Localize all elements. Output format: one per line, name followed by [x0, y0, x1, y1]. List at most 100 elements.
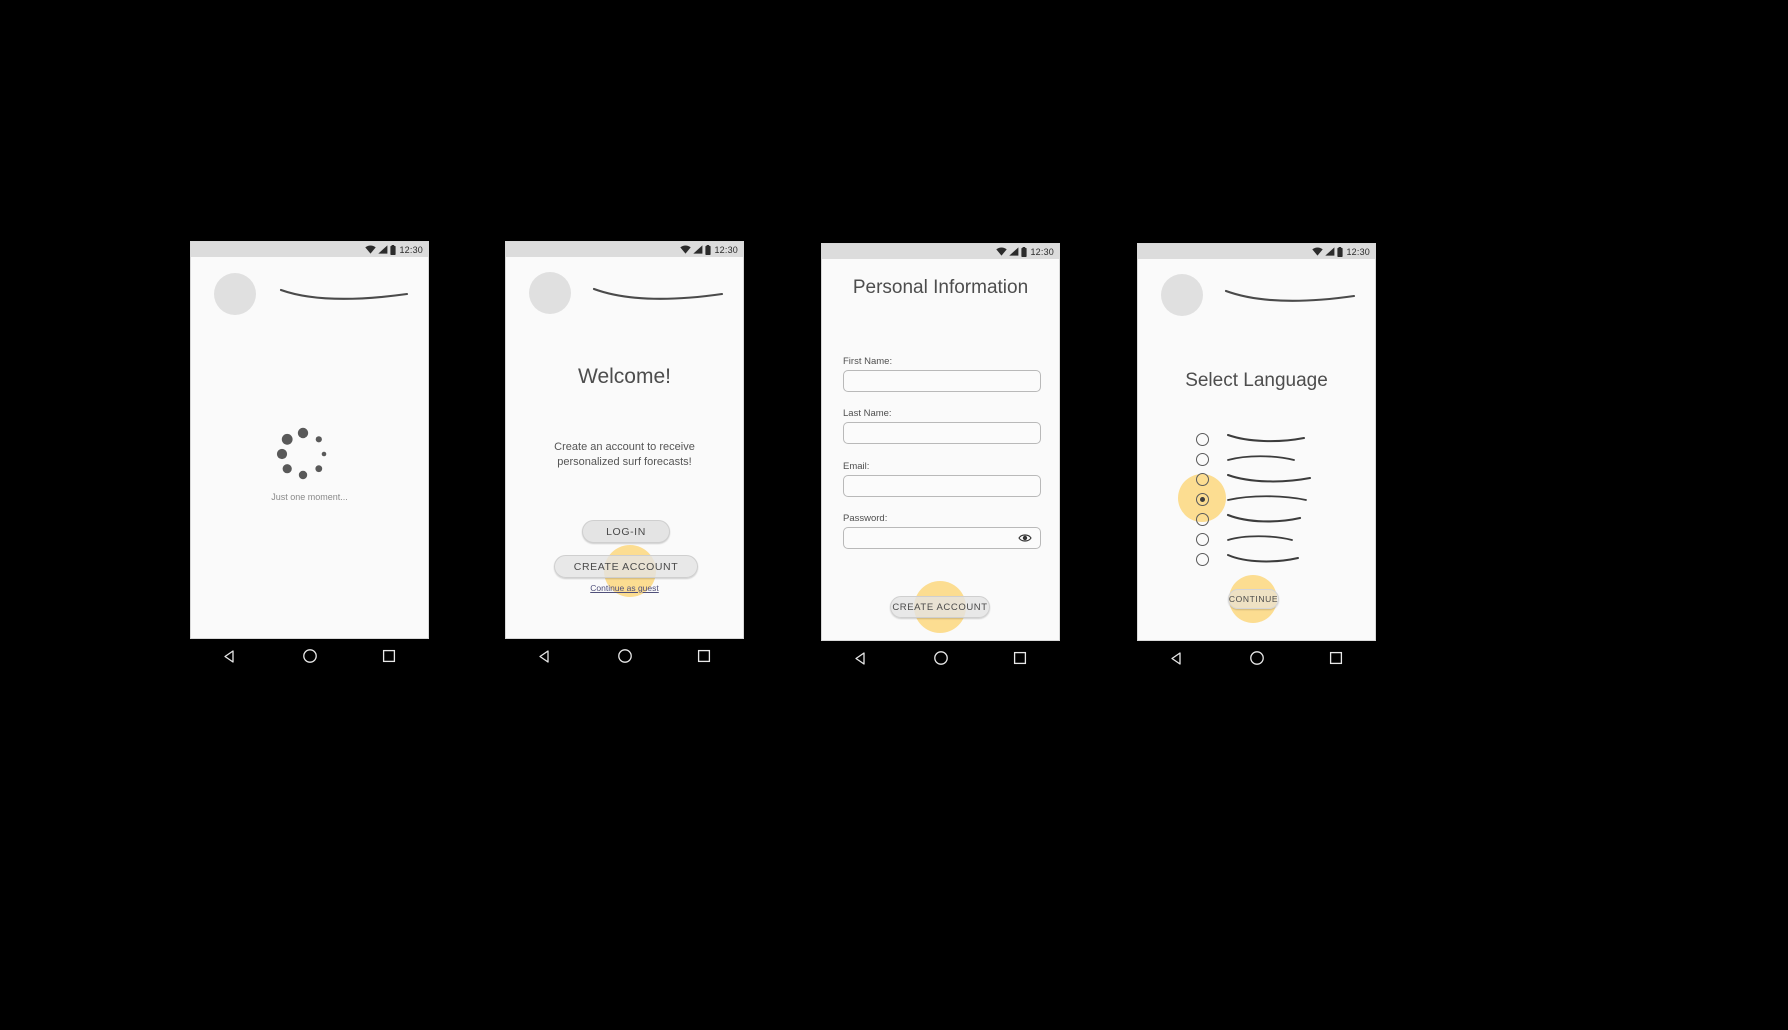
- recents-button[interactable]: [349, 649, 429, 663]
- logo-placeholder: [214, 273, 256, 315]
- home-button[interactable]: [1217, 650, 1297, 666]
- battery-icon: [390, 244, 397, 255]
- screen-loading: 12:30 Just one moment...: [190, 241, 429, 639]
- phone-select-language: 12:30 Select Language CONTINUE: [1137, 243, 1376, 675]
- welcome-body-text: Create an account to receive personalize…: [506, 440, 743, 470]
- language-option-2-radio[interactable]: [1196, 453, 1209, 466]
- status-bar: 12:30: [191, 242, 428, 257]
- email-field[interactable]: [843, 475, 1041, 497]
- welcome-body-line-2: personalized surf forecasts!: [557, 455, 692, 468]
- page-title: Welcome!: [578, 365, 671, 388]
- log-in-button[interactable]: LOG-IN: [582, 520, 670, 543]
- last-name-label: Last Name:: [843, 408, 892, 419]
- status-bar-time: 12:30: [1346, 246, 1370, 257]
- status-bar-icons: [680, 244, 712, 255]
- recents-button[interactable]: [664, 649, 744, 663]
- recents-square-icon: [698, 649, 711, 663]
- screen-personal-information: 12:30 Personal Information First Name: L…: [821, 243, 1060, 641]
- nav-bar: [821, 641, 1060, 675]
- home-circle-icon: [1249, 651, 1264, 665]
- phone-loading: 12:30 Just one moment...: [190, 241, 429, 673]
- signal-icon: [378, 245, 388, 254]
- continue-as-guest-link[interactable]: Continue as guest: [506, 583, 743, 593]
- app-name-placeholder: [279, 288, 409, 300]
- home-button[interactable]: [901, 650, 981, 666]
- loading-status-text: Just one moment...: [271, 492, 348, 502]
- back-triangle-icon: [539, 649, 549, 663]
- logo-placeholder: [1161, 274, 1203, 316]
- screen-welcome: 12:30 Welcome! Create an account to rece…: [505, 241, 744, 639]
- language-option-4-radio[interactable]: [1196, 493, 1209, 506]
- status-bar-icons: [996, 246, 1028, 257]
- logo-placeholder: [529, 272, 571, 314]
- signal-icon: [693, 245, 703, 254]
- wifi-icon: [996, 247, 1008, 256]
- status-bar: 12:30: [1138, 244, 1375, 259]
- last-name-field[interactable]: [843, 422, 1041, 444]
- screenshot-canvas: 12:30 Just one moment... 12:30 Welcome! …: [0, 0, 1788, 1030]
- language-option-2-label: [1227, 455, 1295, 461]
- language-option-4-label: [1227, 495, 1307, 501]
- language-option-6-radio[interactable]: [1196, 533, 1209, 546]
- battery-icon: [705, 244, 712, 255]
- home-circle-icon: [302, 649, 317, 663]
- continue-button[interactable]: CONTINUE: [1228, 589, 1279, 609]
- status-bar-icons: [1312, 246, 1344, 257]
- wifi-icon: [365, 245, 377, 254]
- recents-square-icon: [383, 649, 396, 663]
- status-bar-icons: [365, 244, 397, 255]
- signal-icon: [1325, 247, 1335, 256]
- battery-icon: [1021, 246, 1028, 257]
- language-option-3-radio[interactable]: [1196, 473, 1209, 486]
- recents-square-icon: [1014, 651, 1027, 665]
- status-bar: 12:30: [822, 244, 1059, 259]
- app-name-placeholder: [1224, 289, 1356, 302]
- screen-select-language: 12:30 Select Language CONTINUE: [1137, 243, 1376, 641]
- first-name-field[interactable]: [843, 370, 1041, 392]
- status-bar-time: 12:30: [399, 244, 423, 255]
- battery-icon: [1337, 246, 1344, 257]
- language-option-5-radio[interactable]: [1196, 513, 1209, 526]
- phone-personal-information: 12:30 Personal Information First Name: L…: [821, 243, 1060, 675]
- language-option-5-label: [1226, 513, 1302, 523]
- back-button[interactable]: [821, 651, 901, 666]
- recents-button[interactable]: [1296, 651, 1376, 665]
- loading-spinner: [276, 427, 327, 480]
- status-bar: 12:30: [506, 242, 743, 257]
- create-account-button[interactable]: CREATE ACCOUNT: [554, 555, 698, 578]
- nav-bar: [505, 639, 744, 673]
- back-button[interactable]: [1137, 651, 1217, 666]
- language-option-3-label: [1227, 474, 1311, 483]
- back-button[interactable]: [505, 649, 585, 664]
- wifi-icon: [680, 245, 692, 254]
- language-option-7-label: [1227, 554, 1299, 563]
- nav-bar: [190, 639, 429, 673]
- recents-square-icon: [1330, 651, 1343, 665]
- home-circle-icon: [617, 649, 632, 663]
- back-triangle-icon: [224, 649, 234, 663]
- password-field[interactable]: [843, 527, 1041, 549]
- nav-bar: [1137, 641, 1376, 675]
- home-button[interactable]: [585, 648, 665, 664]
- password-label: Password:: [843, 513, 888, 524]
- language-option-7-radio[interactable]: [1196, 553, 1209, 566]
- phone-welcome: 12:30 Welcome! Create an account to rece…: [505, 241, 744, 673]
- app-name-placeholder: [592, 287, 724, 300]
- home-button[interactable]: [270, 648, 350, 664]
- show-password-eye-icon[interactable]: [1018, 532, 1032, 544]
- create-account-submit-button[interactable]: CREATE ACCOUNT: [890, 596, 990, 618]
- status-bar-time: 12:30: [714, 244, 738, 255]
- status-bar-time: 12:30: [1030, 246, 1054, 257]
- language-option-1-label: [1227, 434, 1305, 443]
- language-option-1-radio[interactable]: [1196, 433, 1209, 446]
- back-triangle-icon: [855, 651, 865, 665]
- page-title: Select Language: [1185, 370, 1328, 391]
- home-circle-icon: [933, 651, 948, 665]
- email-label: Email:: [843, 461, 870, 472]
- signal-icon: [1009, 247, 1019, 256]
- back-button[interactable]: [190, 649, 270, 664]
- language-option-6-label: [1227, 535, 1293, 541]
- first-name-label: First Name:: [843, 356, 893, 367]
- recents-button[interactable]: [980, 651, 1060, 665]
- back-triangle-icon: [1171, 651, 1181, 665]
